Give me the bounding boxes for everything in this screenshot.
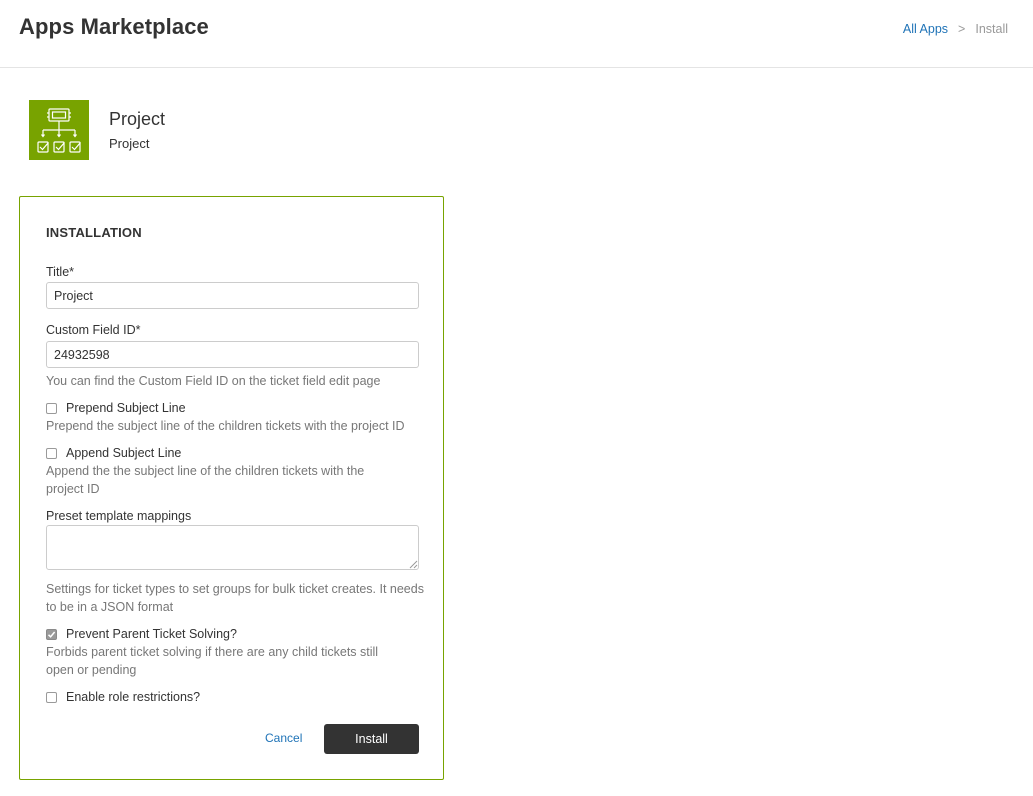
breadcrumb-current: Install xyxy=(975,22,1008,36)
title-input[interactable] xyxy=(46,282,419,309)
breadcrumb: All Apps > Install xyxy=(903,22,1008,36)
prevent-parent-solving-hint: Forbids parent ticket solving if there a… xyxy=(46,645,379,677)
role-restrictions-checkbox[interactable] xyxy=(46,691,57,703)
preset-mappings-label: Preset template mappings xyxy=(46,509,192,523)
append-subject-label: Append Subject Line xyxy=(66,446,182,460)
prepend-subject-hint: Prepend the subject line of the children… xyxy=(46,419,405,433)
page-title: Apps Marketplace xyxy=(19,14,209,39)
app-name: Project xyxy=(109,109,166,129)
preset-mappings-hint: Settings for ticket types to set groups … xyxy=(46,582,424,614)
title-label: Title* xyxy=(46,265,75,279)
breadcrumb-separator: > xyxy=(958,22,966,36)
breadcrumb-all-apps-link[interactable]: All Apps xyxy=(903,22,948,36)
prevent-parent-solving-checkbox[interactable] xyxy=(46,628,57,640)
prepend-subject-label: Prepend Subject Line xyxy=(66,401,186,415)
prepend-subject-option[interactable]: Prepend Subject Line xyxy=(46,401,186,415)
prepend-subject-checkbox[interactable] xyxy=(46,402,57,414)
installation-heading: INSTALLATION xyxy=(46,225,142,240)
prevent-parent-solving-option[interactable]: Prevent Parent Ticket Solving? xyxy=(46,627,237,641)
custom-field-id-label: Custom Field ID* xyxy=(46,323,141,337)
checkmark-icon xyxy=(47,631,56,638)
install-button[interactable]: Install xyxy=(324,724,419,754)
append-subject-checkbox[interactable] xyxy=(46,447,57,459)
prevent-parent-solving-label: Prevent Parent Ticket Solving? xyxy=(66,627,237,641)
append-subject-hint: Append the the subject line of the child… xyxy=(46,464,365,496)
project-hierarchy-icon xyxy=(29,100,89,160)
append-subject-option[interactable]: Append Subject Line xyxy=(46,446,181,460)
role-restrictions-label: Enable role restrictions? xyxy=(66,690,201,704)
page-header: Apps Marketplace All Apps > Install xyxy=(0,0,1033,68)
installation-panel: INSTALLATION Title* Custom Field ID* You… xyxy=(19,196,444,780)
cancel-button[interactable]: Cancel xyxy=(265,731,302,745)
custom-field-id-hint: You can find the Custom Field ID on the … xyxy=(46,374,381,388)
custom-field-id-input[interactable] xyxy=(46,341,419,368)
preset-mappings-textarea[interactable] xyxy=(46,525,419,570)
app-subtitle: Project xyxy=(109,136,150,151)
role-restrictions-option[interactable]: Enable role restrictions? xyxy=(46,690,200,704)
